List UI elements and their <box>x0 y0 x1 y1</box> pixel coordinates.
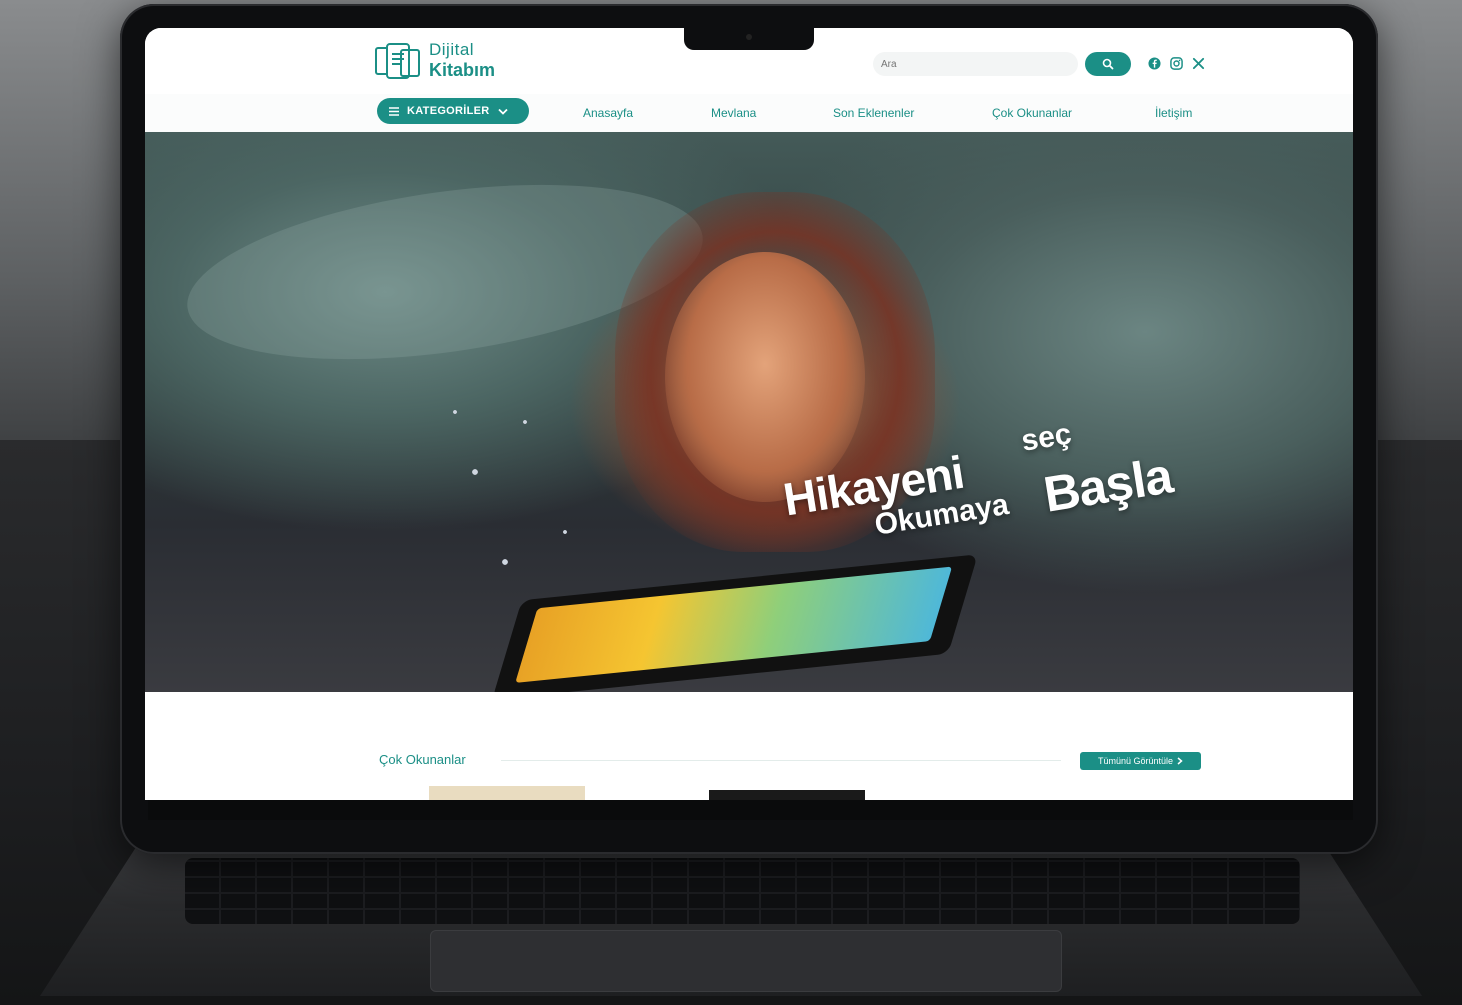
chevron-right-icon <box>1177 757 1183 765</box>
search-button[interactable] <box>1085 52 1131 76</box>
logo-text-line1: Dijital <box>429 40 475 59</box>
facebook-icon[interactable] <box>1147 56 1161 70</box>
hero-stars <box>415 382 615 582</box>
nav-link-mevlana[interactable]: Mevlana <box>711 106 756 120</box>
main-nav: KATEGORİLER Anasayfa Mevlana Son Eklenen… <box>145 94 1353 133</box>
laptop-keyboard <box>185 858 1300 924</box>
social-links <box>1147 56 1205 70</box>
logo-text-line2: Kitabım <box>429 60 496 80</box>
nav-link-iletisim[interactable]: İletişim <box>1155 106 1192 120</box>
view-all-button[interactable]: Tümünü Görüntüle <box>1080 752 1201 770</box>
x-icon[interactable] <box>1191 56 1205 70</box>
laptop-notch <box>684 28 814 50</box>
tagline-word-basla: Başla <box>1039 447 1176 523</box>
section-title: Çok Okunanlar <box>379 752 466 767</box>
laptop-hinge <box>148 800 1353 820</box>
nav-link-anasayfa[interactable]: Anasayfa <box>583 106 633 120</box>
book-tablet-logo-icon <box>375 43 420 79</box>
nav-link-son-eklenenler[interactable]: Son Eklenenler <box>833 106 914 120</box>
search-input[interactable] <box>873 52 1078 76</box>
categories-dropdown-button[interactable]: KATEGORİLER <box>377 98 529 124</box>
tagline-word-sec: seç <box>1019 417 1074 458</box>
book-card-peek[interactable] <box>709 790 865 800</box>
search-icon <box>1102 58 1114 70</box>
most-read-section: Çok Okunanlar Tümünü Görüntüle <box>145 692 1353 800</box>
section-divider <box>501 760 1061 761</box>
view-all-label: Tümünü Görüntüle <box>1097 756 1174 766</box>
instagram-icon[interactable] <box>1169 56 1183 70</box>
search-bar <box>873 52 1131 76</box>
chevron-down-icon <box>497 108 508 115</box>
site-logo[interactable]: Dijital Kitabım <box>375 38 515 86</box>
categories-label: KATEGORİLER <box>407 105 490 117</box>
menu-icon <box>389 106 399 116</box>
book-card-peek[interactable] <box>429 786 585 800</box>
laptop-trackpad <box>430 930 1062 992</box>
nav-link-cok-okunanlar[interactable]: Çok Okunanlar <box>992 106 1072 120</box>
camera-dot <box>746 34 752 40</box>
browser-screen: Dijital Kitabım Ara KATEGORİLER Anasayfa… <box>145 28 1353 800</box>
hero-banner[interactable]: Hikayeni seç Okumaya Başla <box>145 132 1353 692</box>
